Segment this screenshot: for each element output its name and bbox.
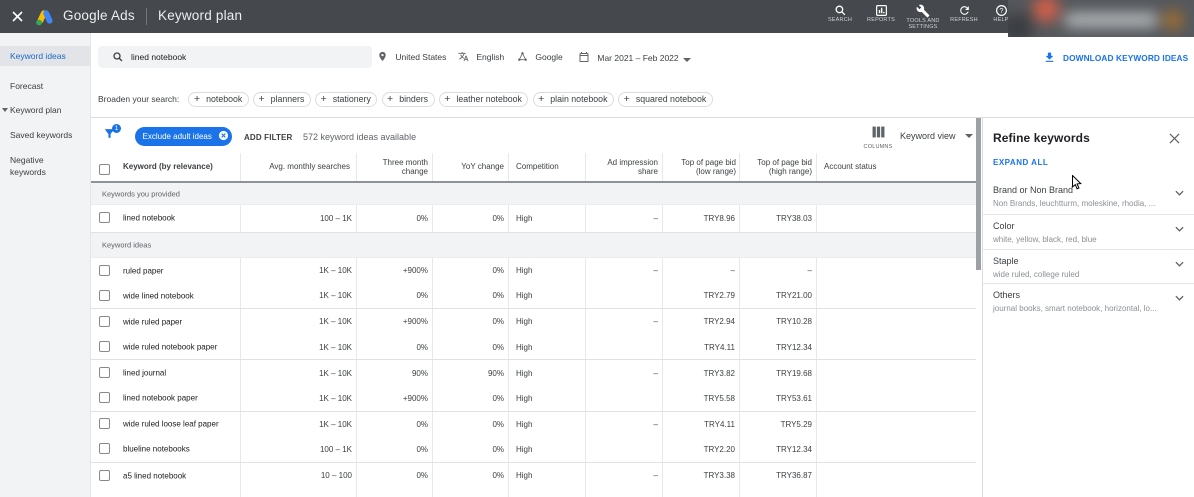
svg-text:?: ? [999,8,1003,15]
